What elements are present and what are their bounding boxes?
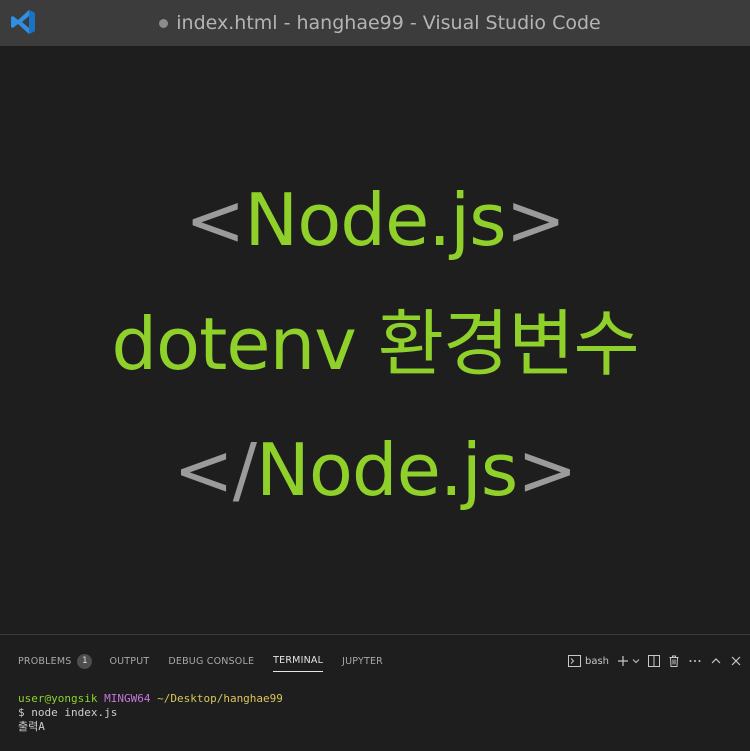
shell-label: bash — [584, 655, 609, 667]
close-bracket: > — [505, 178, 566, 262]
plus-icon — [618, 656, 628, 666]
hero-nodejs-close: Node.js — [255, 428, 518, 512]
tab-terminal[interactable]: TERMINAL — [273, 650, 324, 672]
split-icon — [648, 655, 660, 667]
new-terminal-button[interactable] — [617, 655, 640, 667]
chevron-down-icon — [632, 659, 640, 664]
problems-count-badge: 1 — [77, 653, 93, 669]
editor-area: <Node.js> dotenv 환경변수 </Node.js> — [0, 46, 750, 634]
maximize-panel-button[interactable] — [710, 655, 722, 667]
tab-output[interactable]: OUTPUT — [109, 650, 149, 672]
title-bar: index.html - hanghae99 - Visual Studio C… — [0, 0, 750, 46]
panel-tabs: PROBLEMS 1 OUTPUT DEBUG CONSOLE TERMINAL… — [0, 649, 383, 673]
window-title: index.html - hanghae99 - Visual Studio C… — [176, 12, 601, 34]
kill-terminal-button[interactable] — [668, 655, 680, 667]
chevron-up-icon — [711, 658, 721, 664]
hero-line-close-tag: </Node.js> — [0, 430, 750, 510]
more-actions-button[interactable] — [688, 655, 702, 667]
prompt-host: MINGW64 — [104, 692, 151, 705]
terminal-output[interactable]: user@yongsik MINGW64 ~/Desktop/hanghae99… — [18, 692, 283, 734]
bottom-panel: PROBLEMS 1 OUTPUT DEBUG CONSOLE TERMINAL… — [0, 634, 750, 751]
command-line: $ node index.js — [18, 706, 118, 719]
vscode-logo-icon[interactable] — [10, 9, 36, 35]
open-bracket: < — [185, 178, 245, 262]
panel-actions: bash — [567, 649, 742, 673]
hero-line-open-tag: <Node.js> — [0, 180, 750, 260]
trash-icon — [669, 655, 679, 667]
hero-nodejs-open: Node.js — [244, 178, 506, 262]
hero-subtitle: dotenv 환경변수 — [111, 302, 639, 386]
close-bracket-end: > — [517, 428, 577, 512]
shell-selector[interactable]: bash — [567, 655, 609, 667]
unsaved-indicator-icon — [159, 18, 169, 28]
tab-problems[interactable]: PROBLEMS 1 — [18, 650, 93, 672]
tab-problems-label: PROBLEMS — [18, 655, 72, 667]
more-icon — [689, 660, 701, 662]
output-line: 출력A — [18, 720, 45, 733]
prompt-user: user@yongsik — [18, 692, 98, 705]
terminal-icon — [567, 655, 581, 667]
tab-jupyter[interactable]: JUPYTER — [342, 650, 383, 672]
tab-debug-console[interactable]: DEBUG CONSOLE — [168, 650, 254, 672]
close-icon — [731, 656, 741, 666]
prompt-path: ~/Desktop/hanghae99 — [157, 692, 283, 705]
close-panel-button[interactable] — [730, 655, 742, 667]
open-close-bracket: </ — [173, 428, 257, 512]
split-terminal-button[interactable] — [648, 655, 660, 667]
